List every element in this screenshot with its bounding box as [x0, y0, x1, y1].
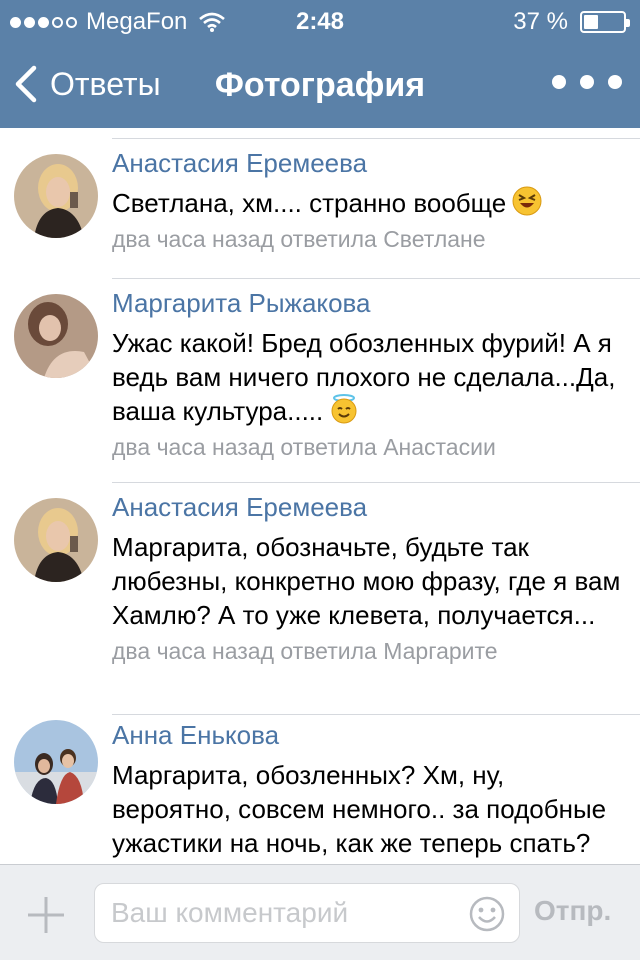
comment-body: Анна Енькова Маргарита, обозленных? Хм, …: [112, 720, 626, 860]
laughing-emoji-icon: [512, 186, 542, 216]
divider: [112, 714, 640, 715]
page-title-text: Фотография: [214, 66, 426, 104]
more-dot-icon: [608, 75, 622, 89]
status-bar: MegaFon 2:48 37 %: [0, 0, 640, 40]
comment-text: Светлана, хм.... странно вообще: [112, 186, 626, 220]
smiley-icon[interactable]: [469, 896, 505, 932]
divider: [112, 482, 640, 483]
author-link[interactable]: Анастасия Еремеева: [112, 148, 626, 178]
avatar-photo: [14, 720, 98, 804]
comment-body: Анастасия Еремеева Светлана, хм.... стра…: [112, 148, 626, 254]
send-button[interactable]: Отпр.: [534, 895, 611, 927]
comment-text: Маргарита, обозленных? Хм, ну, вероятно,…: [112, 760, 607, 858]
comment-body: Анастасия Еремеева Маргарита, обозначьте…: [112, 492, 626, 666]
avatar-photo: [14, 294, 98, 378]
divider: [112, 138, 640, 139]
comment-meta: два часа назад ответила Светлане: [112, 226, 486, 252]
more-options-button[interactable]: [552, 62, 622, 102]
avatar-photo: [14, 154, 98, 238]
avatar[interactable]: [14, 294, 98, 378]
avatar[interactable]: [14, 720, 98, 804]
battery-percent: 37 %: [513, 8, 568, 35]
comment-text-content: Светлана, хм.... странно вообще: [112, 188, 507, 218]
author-link[interactable]: Анастасия Еремеева: [112, 492, 626, 522]
add-attachment-icon[interactable]: [26, 895, 66, 935]
more-dot-icon: [552, 75, 566, 89]
angel-emoji-icon: [331, 394, 357, 424]
divider: [112, 278, 640, 279]
header: MegaFon 2:48 37 % Ответы Фотография: [0, 0, 640, 128]
comment-body: Маргарита Рыжакова Ужас какой! Бред обоз…: [112, 288, 626, 462]
battery-fill: [584, 15, 598, 29]
comment-composer: Отпр.: [0, 864, 640, 960]
comment-text: Маргарита, обозначьте, будьте так любезн…: [112, 532, 621, 630]
comment-input[interactable]: [111, 884, 461, 942]
battery-icon: [580, 11, 630, 33]
status-right: 37 %: [513, 8, 630, 36]
nav-bar: Ответы Фотография: [0, 40, 640, 128]
battery-tip: [626, 19, 630, 27]
comment-meta: два часа назад ответила Анастасии: [112, 434, 496, 460]
comment-field: [94, 883, 520, 943]
avatar[interactable]: [14, 498, 98, 582]
comment-text-content: Ужас какой! Бред обозленных фурий! А я в…: [112, 328, 616, 426]
comments-list[interactable]: Анастасия Еремеева Светлана, хм.... стра…: [0, 128, 640, 864]
author-link[interactable]: Маргарита Рыжакова: [112, 288, 626, 318]
more-dot-icon: [580, 75, 594, 89]
avatar[interactable]: [14, 154, 98, 238]
comment-text: Ужас какой! Бред обозленных фурий! А я в…: [112, 326, 626, 428]
avatar-photo: [14, 498, 98, 582]
page-title: Фотография: [0, 66, 640, 105]
comment-meta: два часа назад ответила Маргарите: [112, 638, 498, 664]
author-link[interactable]: Анна Енькова: [112, 720, 626, 750]
